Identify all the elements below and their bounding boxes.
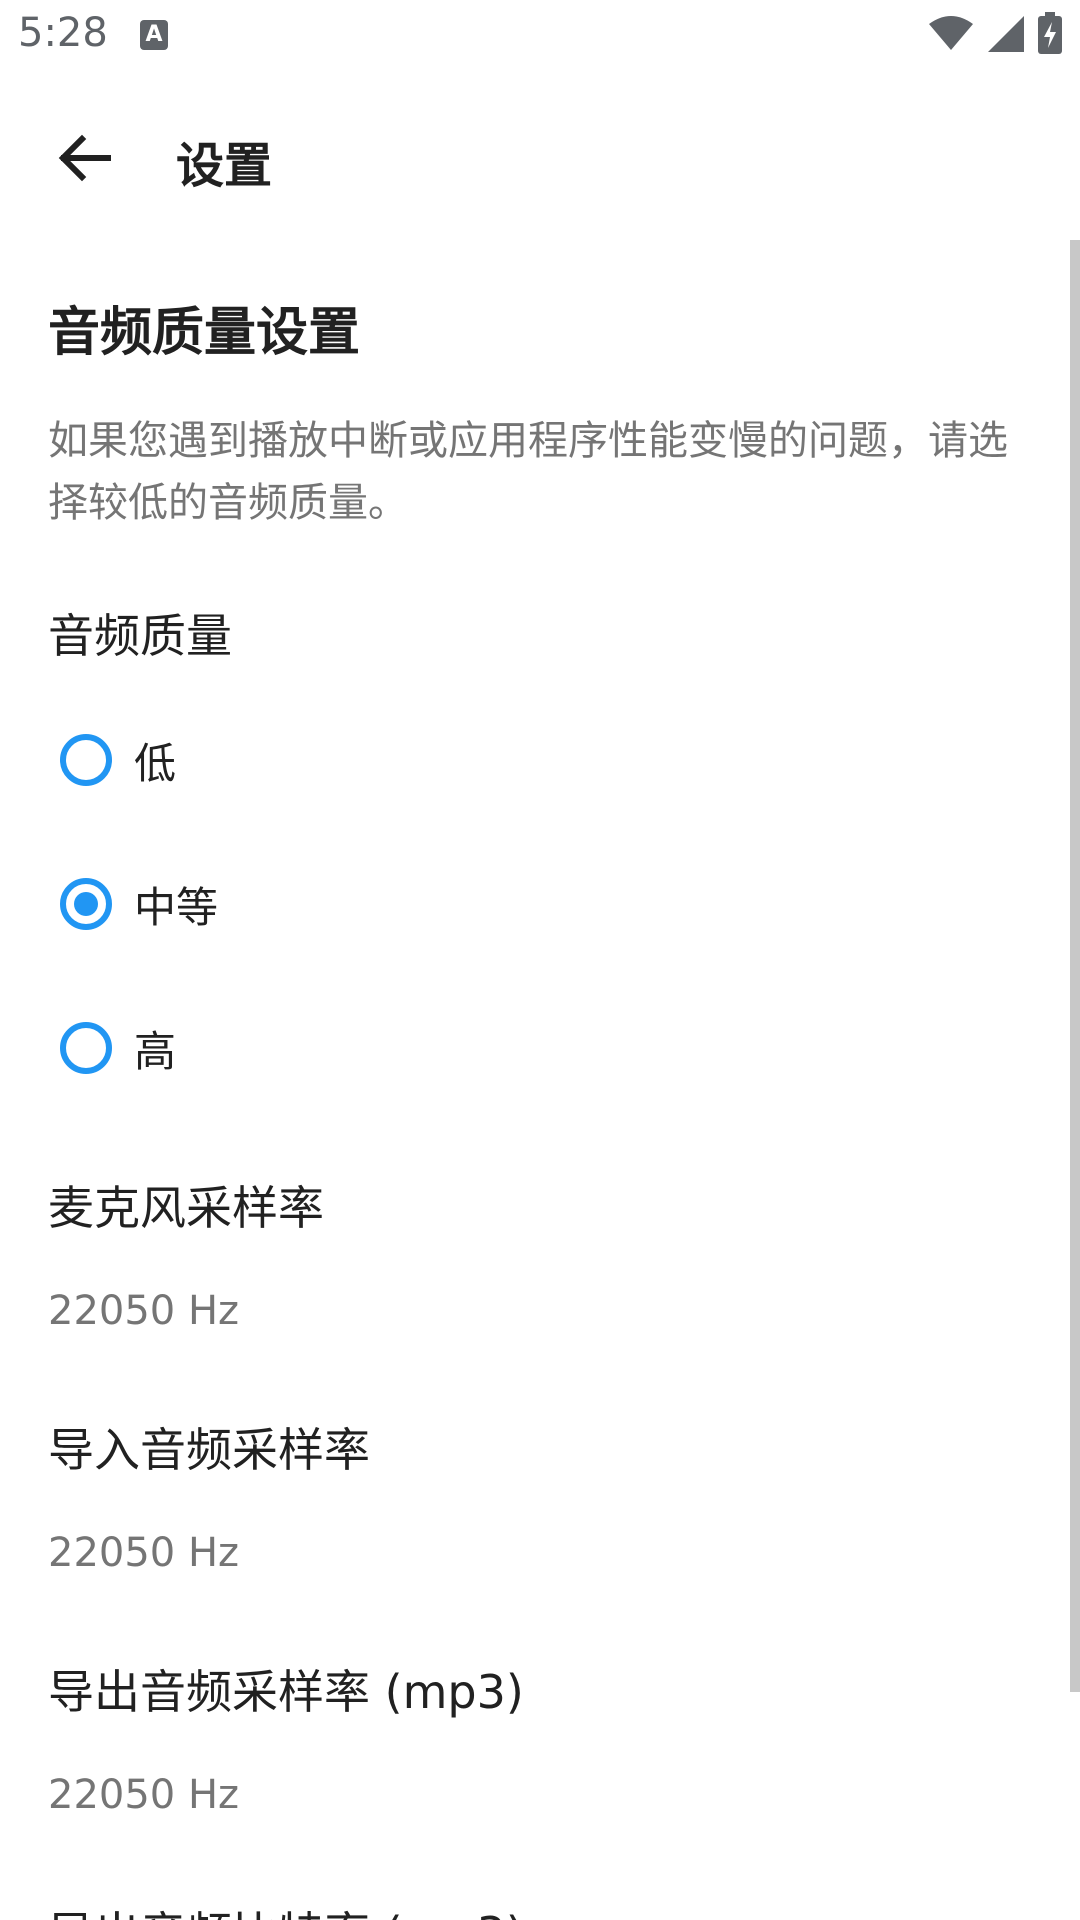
battery-charging-icon [1038, 12, 1062, 58]
section-title: 音频质量设置 [48, 303, 361, 363]
arrow-back-icon [56, 130, 112, 190]
preference-title: 麦克风采样率 [48, 1181, 324, 1235]
status-time: 5:28 [18, 10, 108, 56]
status-icons [928, 12, 1062, 58]
radio-option-medium[interactable]: 中等 [60, 844, 1060, 964]
wifi-icon [928, 14, 974, 56]
preference-title: 导出音频采样率 (mp3) [48, 1665, 524, 1719]
radio-button-selected[interactable] [60, 878, 112, 930]
settings-content: 音频质量设置 如果您遇到播放中断或应用程序性能变慢的问题，请选择较低的音频质量。… [0, 240, 1070, 1920]
radio-option-high[interactable]: 高 [60, 988, 1060, 1108]
preference-value: 22050 Hz [48, 1530, 240, 1576]
text-recognition-icon: A [140, 20, 168, 50]
app-bar: 设置 [0, 72, 1080, 240]
section-description: 如果您遇到播放中断或应用程序性能变慢的问题，请选择较低的音频质量。 [48, 418, 1008, 526]
radio-label: 低 [134, 738, 177, 788]
preference-title: 导入音频采样率 [48, 1423, 370, 1477]
preference-value: 22050 Hz [48, 1772, 240, 1818]
radio-selected-dot [74, 892, 98, 916]
status-bar: 5:28 A [0, 0, 1080, 72]
radio-option-low[interactable]: 低 [60, 700, 1060, 820]
cellular-signal-icon [988, 14, 1024, 56]
scrollbar[interactable] [1070, 240, 1080, 1692]
preference-value: 22050 Hz [48, 1288, 240, 1334]
settings-screen: 5:28 A 设置 音频质量设置 如果您遇到播放中断或应用程序性能变慢的问题，请… [0, 0, 1080, 1920]
audio-quality-label: 音频质量 [48, 609, 232, 663]
page-title: 设置 [176, 138, 273, 194]
preference-title: 导出音频比特率 (mp3) [48, 1898, 524, 1920]
radio-label: 高 [134, 1026, 177, 1076]
back-button[interactable] [36, 112, 132, 208]
radio-button[interactable] [60, 734, 112, 786]
radio-label: 中等 [134, 882, 219, 932]
radio-button[interactable] [60, 1022, 112, 1074]
